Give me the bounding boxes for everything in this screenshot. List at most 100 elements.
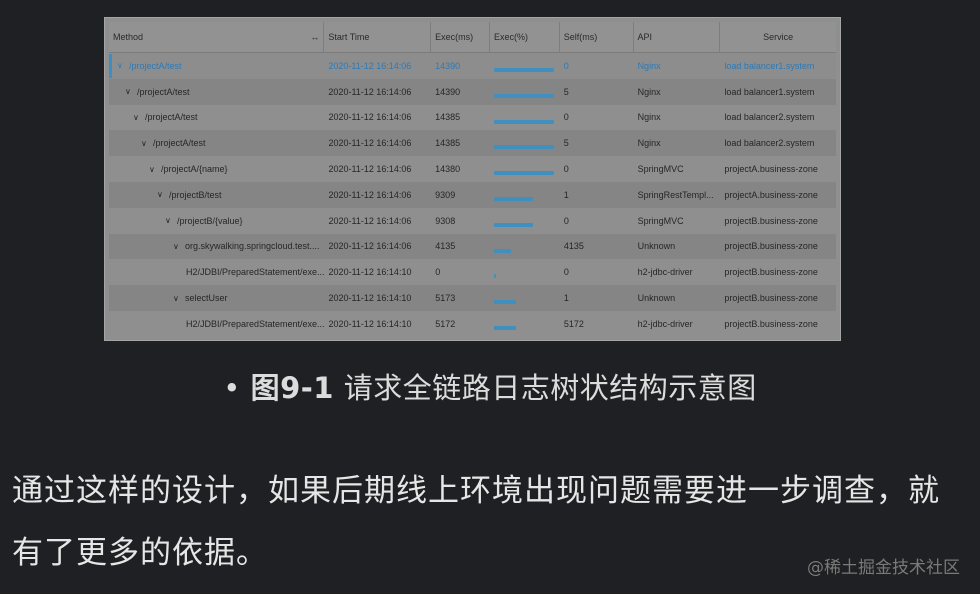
table-row[interactable]: ∨ selectUser 2020-11-12 16:14:10 5173 1 Unkno… — [109, 285, 836, 311]
table-row[interactable]: ∨/projectA/test 2020-11-12 16:14:06 14390 0… — [109, 53, 836, 79]
start-time-cell: 2020-11-12 16:14:10 — [328, 267, 412, 278]
table-row[interactable]: ∨/projectB/{value} 2020-11-12 16:14:06 930… — [109, 208, 836, 234]
exec-pct-cell — [490, 130, 560, 156]
column-header-api[interactable]: API — [634, 22, 721, 52]
method-name: /projectB/test — [169, 189, 222, 200]
chevron-down-icon[interactable]: ∨ — [149, 165, 159, 174]
column-header-self-ms[interactable]: Self(ms) — [560, 22, 634, 52]
exec-ms-cell: 14390 — [435, 60, 461, 71]
method-cell: ∨/projectA/test — [109, 130, 324, 156]
method-cell: ∨/projectB/test — [109, 182, 324, 208]
method-name: org.skywalking.springcloud.test.... — [185, 241, 320, 252]
self-ms-cell: 5 — [563, 138, 569, 149]
exec-ms-cell: 5172 — [435, 318, 456, 329]
service-cell: load balancer1.system — [724, 60, 815, 71]
chevron-down-icon[interactable]: ∨ — [125, 87, 135, 96]
method-cell: ∨/projectA/test — [109, 105, 324, 131]
exec-pct-bar — [494, 196, 533, 201]
table-row[interactable]: ∨/projectA/test 2020-11-12 16:14:06 14390 5… — [109, 78, 836, 105]
api-cell: SpringMVC — [637, 215, 684, 226]
start-time-cell: 2020-11-12 16:14:06 — [328, 86, 412, 97]
method-name: /projectA/test — [145, 112, 198, 123]
method-cell: H2/JDBI/PreparedStatement/exe... — [109, 311, 325, 337]
api-cell: Unknown — [637, 241, 676, 252]
exec-ms-cell: 0 — [435, 267, 441, 278]
exec-pct-cell — [490, 259, 560, 285]
service-cell: projectB.business-zone — [724, 293, 818, 304]
self-ms-cell: 4135 — [563, 241, 584, 252]
exec-pct-cell — [490, 105, 560, 131]
exec-ms-cell: 9309 — [435, 189, 456, 200]
exec-pct-cell — [490, 234, 560, 260]
service-cell: projectB.business-zone — [724, 318, 818, 329]
table-row[interactable]: ∨/projectA/test 2020-11-12 16:14:06 14385 0… — [109, 105, 836, 131]
service-cell: projectB.business-zone — [724, 267, 818, 278]
service-cell: projectA.business-zone — [724, 189, 818, 200]
self-ms-cell: 0 — [563, 60, 569, 71]
method-cell: ∨/projectA/test — [109, 79, 324, 105]
trace-tree-screenshot: Method ↔ Start Time Exec(ms) Exec(%) Sel… — [104, 17, 841, 341]
table-row[interactable]: ∨/projectA/{name} 2020-11-12 16:14:06 1438… — [109, 156, 836, 182]
chevron-down-icon[interactable]: ∨ — [141, 139, 151, 148]
column-resize-icon[interactable]: ↔ — [310, 32, 319, 42]
method-cell: ∨/projectB/{value} — [109, 208, 325, 234]
exec-pct-bar — [494, 248, 512, 253]
self-ms-cell: 0 — [563, 267, 569, 278]
column-header-exec-ms[interactable]: Exec(ms) — [431, 22, 490, 52]
column-header-method[interactable]: Method ↔ — [109, 22, 325, 52]
self-ms-cell: 5172 — [563, 318, 584, 329]
exec-pct-bar — [494, 300, 516, 305]
self-ms-cell: 0 — [563, 112, 569, 123]
service-cell: projectA.business-zone — [724, 164, 818, 175]
api-cell: Nginx — [637, 138, 661, 149]
exec-pct-cell — [490, 156, 560, 182]
service-cell: projectB.business-zone — [724, 215, 818, 226]
watermark: @稀土掘金技术社区 — [807, 558, 960, 578]
chevron-down-icon[interactable]: ∨ — [173, 294, 183, 303]
exec-ms-cell: 5173 — [435, 293, 456, 304]
method-name: /projectB/{value} — [177, 215, 243, 226]
start-time-cell: 2020-11-12 16:14:10 — [328, 293, 412, 304]
chevron-down-icon[interactable]: ∨ — [173, 242, 183, 251]
exec-pct-bar — [493, 68, 554, 72]
chevron-down-icon[interactable]: ∨ — [117, 61, 127, 70]
exec-pct-bar — [494, 222, 534, 227]
api-cell: h2-jdbc-driver — [637, 318, 693, 329]
exec-pct-cell — [490, 285, 560, 311]
column-header-service[interactable]: Service — [720, 22, 836, 52]
method-name: /projectA/test — [129, 60, 182, 71]
exec-ms-cell: 14385 — [435, 138, 461, 149]
exec-ms-cell: 14385 — [435, 112, 461, 123]
exec-pct-cell — [490, 182, 560, 208]
exec-ms-cell: 14390 — [435, 86, 461, 97]
trace-tree-rows: ∨/projectA/test 2020-11-12 16:14:06 14390 0… — [109, 53, 836, 337]
table-row[interactable]: H2/JDBI/PreparedStatement/exe... 2020-11-… — [109, 259, 836, 285]
method-name: /projectA/{name} — [161, 164, 228, 175]
start-time-cell: 2020-11-12 16:14:06 — [328, 164, 412, 175]
exec-pct-cell — [490, 53, 560, 79]
figure-title: 请求全链路日志树状结构示意图 — [343, 371, 757, 405]
method-cell: ∨ selectUser — [109, 285, 325, 311]
table-row[interactable]: ∨/projectA/test 2020-11-12 16:14:06 14385 5… — [109, 130, 836, 157]
method-cell: ∨/projectA/{name} — [109, 156, 324, 182]
method-cell: ∨ org.skywalking.springcloud.test.... — [109, 234, 325, 260]
method-cell: H2/JDBI/PreparedStatement/exe... — [109, 259, 325, 285]
column-header-start-time[interactable]: Start Time — [324, 22, 432, 52]
start-time-cell: 2020-11-12 16:14:06 — [328, 112, 412, 123]
page: Method ↔ Start Time Exec(ms) Exec(%) Sel… — [0, 0, 980, 594]
chevron-down-icon[interactable]: ∨ — [133, 113, 143, 122]
self-ms-cell: 1 — [563, 293, 569, 304]
column-header-exec-pct[interactable]: Exec(%) — [490, 22, 560, 52]
api-cell: h2-jdbc-driver — [637, 267, 693, 278]
table-row[interactable]: ∨/projectB/test 2020-11-12 16:14:06 9309 1 S… — [109, 181, 836, 208]
method-name: H2/JDBI/PreparedStatement/exe... — [185, 318, 325, 329]
start-time-cell: 2020-11-12 16:14:06 — [328, 215, 412, 226]
selected-row-marker — [109, 54, 112, 78]
table-row[interactable]: H2/JDBI/PreparedStatement/exe... 2020-11-… — [109, 311, 836, 337]
chevron-down-icon[interactable]: ∨ — [165, 216, 175, 225]
self-ms-cell: 0 — [563, 164, 569, 175]
table-row[interactable]: ∨ org.skywalking.springcloud.test.... 2020… — [109, 233, 836, 260]
exec-pct-cell — [490, 311, 560, 337]
exec-pct-bar — [493, 145, 554, 150]
chevron-down-icon[interactable]: ∨ — [157, 190, 167, 199]
